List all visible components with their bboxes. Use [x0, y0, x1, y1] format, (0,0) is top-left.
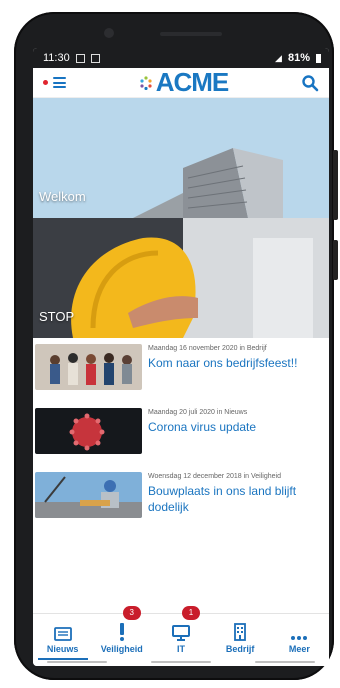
news-title: Corona virus update — [148, 420, 257, 434]
earpiece — [160, 32, 222, 36]
news-meta: Maandag 16 november 2020 in Bedrijf — [148, 345, 267, 352]
welcome-tile[interactable]: Welkom — [33, 98, 329, 218]
status-bar: 11:30 ◢ 81% — [33, 48, 329, 68]
building-icon — [234, 623, 247, 641]
news-title: Bouwplaats in ons land blijft dodelijk — [148, 484, 297, 514]
news-item[interactable]: Maandag 20 juli 2020 in Nieuws Corona vi… — [33, 402, 329, 460]
news-item[interactable]: Woensdag 12 december 2018 in Veiligheid … — [33, 466, 329, 524]
tab-nieuws[interactable]: Nieuws — [34, 614, 92, 666]
hardhat-photo — [33, 218, 329, 338]
news-thumbnail — [35, 472, 142, 518]
exclamation-icon — [119, 623, 124, 641]
news-thumbnail — [35, 344, 142, 390]
brand-logo: ACME — [139, 67, 229, 98]
tab-label: Nieuws — [46, 644, 79, 654]
battery-level: 81% — [287, 52, 310, 64]
tile-label: Welkom — [39, 189, 86, 204]
tab-label: Meer — [288, 644, 310, 654]
tab-veiligheid[interactable]: 3 Veiligheid — [93, 606, 151, 666]
system-nav-bar — [47, 661, 315, 663]
tab-label: IT — [176, 644, 185, 654]
tab-meer[interactable]: Meer — [270, 614, 328, 666]
notification-badge: 1 — [181, 606, 200, 620]
news-item[interactable]: Maandag 16 november 2020 in Bedrijf Kom … — [33, 338, 329, 396]
notification-icon — [75, 53, 85, 63]
search-icon[interactable] — [301, 74, 319, 92]
app-header: ACME — [33, 67, 329, 98]
battery-icon — [316, 53, 321, 63]
news-meta: Maandag 20 juli 2020 in Nieuws — [148, 409, 248, 416]
bottom-tab-bar: Nieuws 3 Veiligheid 1 IT Bedrijf Meer — [33, 606, 329, 666]
front-camera — [104, 28, 114, 38]
news-title: Kom naar ons bedrijfsfeest!! — [148, 356, 298, 370]
volume-button — [333, 150, 338, 220]
tab-it[interactable]: 1 IT — [152, 606, 210, 666]
power-button — [333, 240, 338, 280]
tile-label: STOP — [39, 309, 75, 324]
brand-name: ACME — [155, 67, 230, 97]
more-dots-icon — [291, 636, 308, 640]
notification-icon — [90, 53, 100, 63]
hamburger-icon — [53, 77, 66, 88]
menu-button[interactable] — [43, 77, 66, 88]
wifi-icon: ◢ — [275, 52, 282, 63]
notification-dot — [43, 80, 48, 85]
monitor-icon — [171, 625, 190, 641]
newspaper-icon — [53, 627, 72, 641]
news-meta: Woensdag 12 december 2018 in Veiligheid — [148, 473, 281, 480]
tab-label: Veiligheid — [100, 644, 143, 654]
app-screen: 11:30 ◢ 81% ACME Welkom STOP Maandag 16 … — [33, 48, 329, 666]
stop-tile[interactable]: STOP — [33, 218, 329, 338]
status-time: 11:30 — [43, 52, 70, 64]
notification-badge: 3 — [122, 606, 141, 620]
tab-label: Bedrijf — [225, 644, 255, 654]
news-thumbnail — [35, 408, 142, 454]
logo-mark-icon — [140, 75, 152, 90]
tab-bedrijf[interactable]: Bedrijf — [211, 614, 269, 666]
